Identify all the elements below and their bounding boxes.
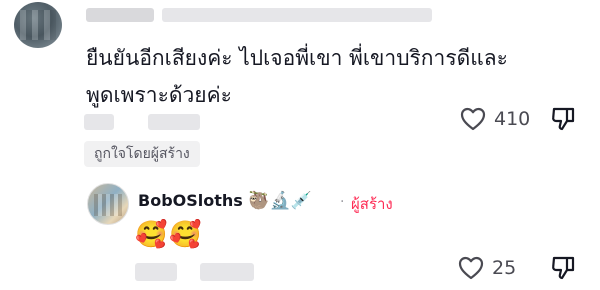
reply-date-blurred	[135, 263, 177, 281]
creator-tag: ผู้สร้าง	[351, 195, 393, 213]
reply-link-blurred[interactable]	[148, 114, 200, 130]
creator-avatar[interactable]	[87, 183, 129, 225]
reply-username-text: BobOSloths	[138, 191, 243, 210]
commenter-username-blurred[interactable]	[86, 8, 154, 22]
reply-like-count: 25	[492, 257, 517, 279]
commenter-avatar[interactable]	[14, 2, 62, 48]
heart-icon[interactable]	[460, 107, 486, 131]
reply-username[interactable]: BobOSloths 🦥🔬💉	[138, 191, 312, 211]
username-emojis: 🦥🔬💉	[248, 191, 312, 211]
reply-text: 🥰🥰	[135, 220, 204, 250]
heart-icon[interactable]	[458, 256, 484, 280]
separator-dot: ·	[340, 194, 345, 210]
liked-by-creator-badge: ถูกใจโดยผู้สร้าง	[84, 141, 200, 167]
dislike-icon[interactable]	[550, 106, 576, 132]
dislike-icon[interactable]	[550, 255, 576, 281]
comment-date-blurred	[84, 114, 114, 130]
like-count: 410	[494, 108, 531, 130]
commenter-handle-blurred	[162, 8, 432, 22]
comment-text: ยืนยันอีกเสียงค่ะ ไปเจอพี่เขา พี่เขาบริก…	[86, 46, 508, 107]
reply-link-blurred[interactable]	[200, 263, 254, 281]
